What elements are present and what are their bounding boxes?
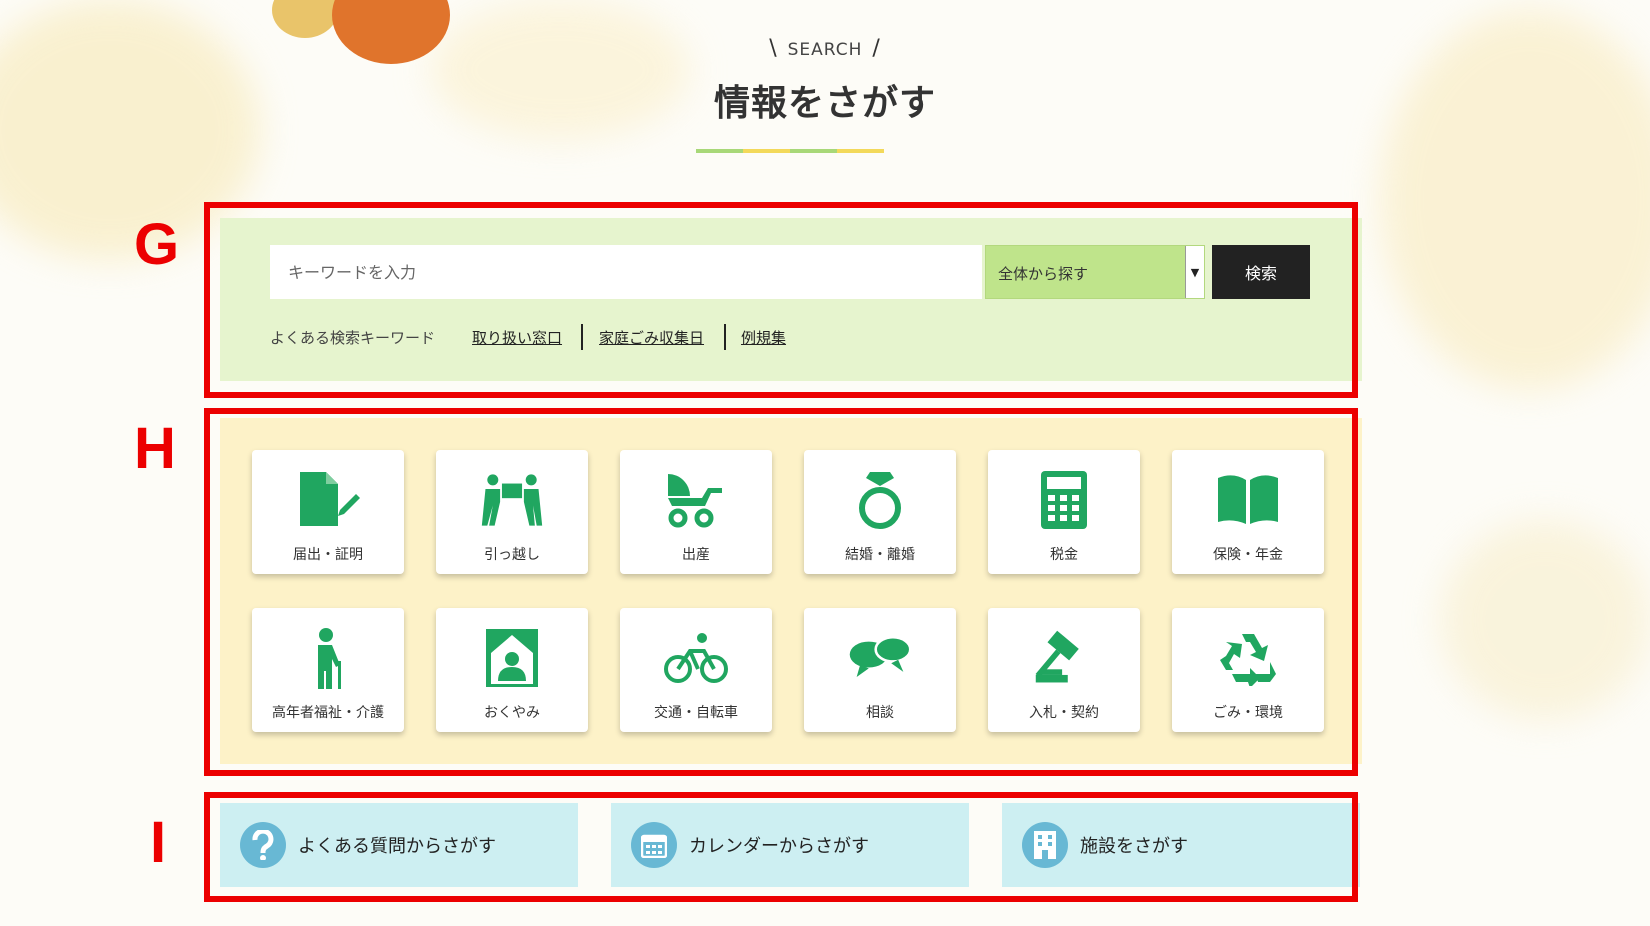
marker-h: H	[134, 416, 176, 481]
eyebrow-text: SEARCH	[787, 40, 863, 60]
page-title: 情報をさがす	[713, 83, 936, 124]
marker-i: I	[150, 810, 167, 875]
section-eyebrow: \ SEARCH /	[769, 36, 881, 61]
marker-g: G	[134, 212, 180, 277]
annotation-frame-h	[204, 408, 1358, 776]
background-blob	[1380, 10, 1650, 390]
title-underline	[696, 149, 884, 153]
annotation-frame-i	[204, 792, 1358, 902]
annotation-frame-g	[204, 202, 1358, 398]
background-blob	[1440, 520, 1650, 720]
decorative-fruit	[272, 0, 338, 38]
